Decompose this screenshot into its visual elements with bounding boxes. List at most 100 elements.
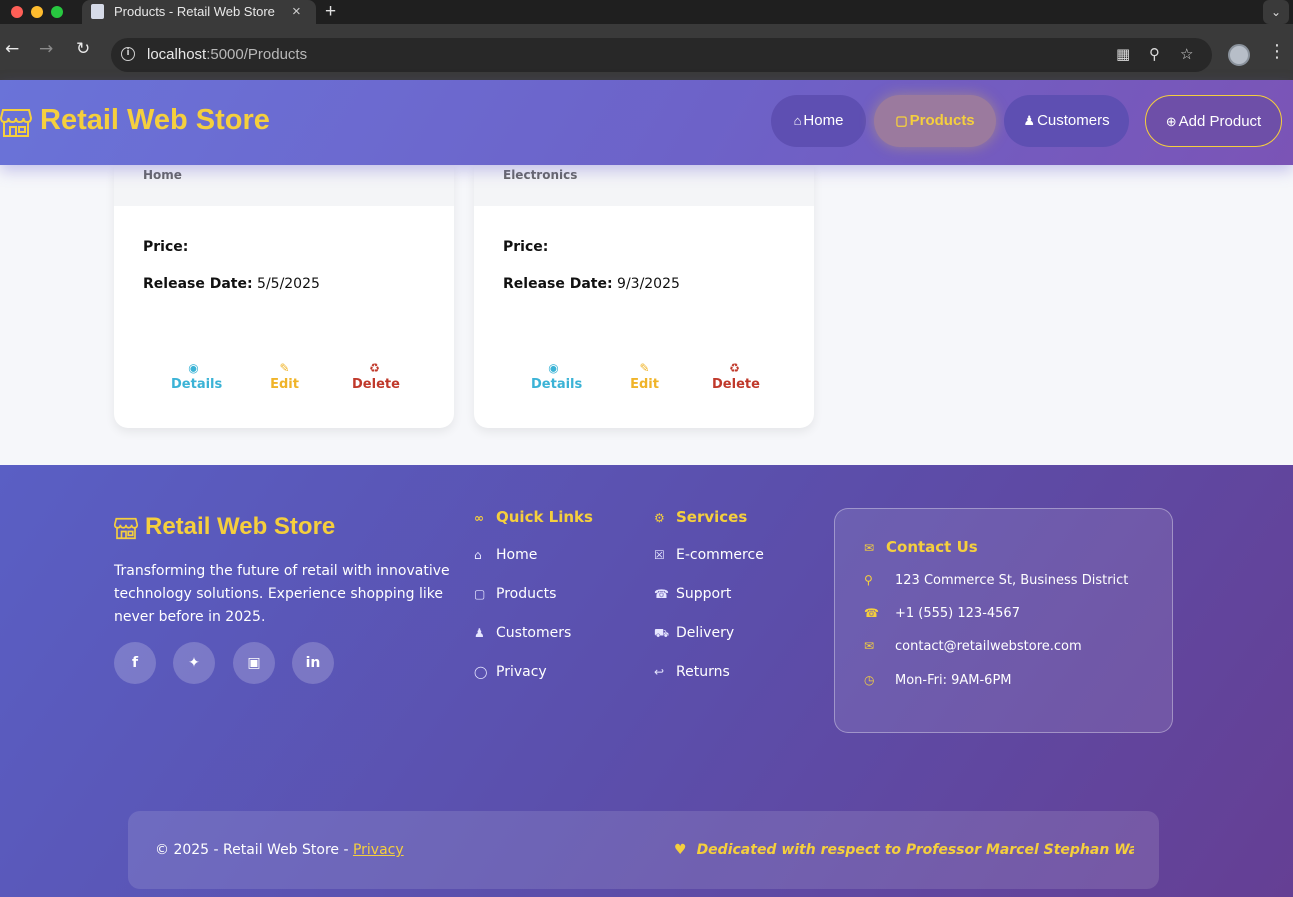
eye-icon: ◉ bbox=[548, 361, 559, 375]
store-icon bbox=[114, 517, 138, 540]
page-favicon-icon bbox=[91, 4, 104, 19]
contact-phone[interactable]: ☎ +1 (555) 123-4567 bbox=[864, 606, 1020, 621]
quick-links-heading: ∞ Quick Links bbox=[474, 508, 593, 526]
footer-link-ecommerce[interactable]: ☒ E-commerce bbox=[654, 547, 764, 563]
delete-button[interactable]: ♻ Delete bbox=[712, 361, 760, 392]
users-icon: ♟ bbox=[1023, 113, 1036, 128]
site-header: Retail Web Store ⌂ Home ▢ Products ♟ Custom… bbox=[0, 80, 1293, 165]
maximize-window-button[interactable] bbox=[51, 6, 63, 18]
dedication-text: ♥ Dedicated with respect to Professor Mar… bbox=[674, 842, 1134, 858]
tab-close-button[interactable]: × bbox=[292, 3, 301, 20]
eye-icon: ◉ bbox=[188, 361, 199, 375]
card-header: Electronics bbox=[474, 165, 814, 206]
site-info-icon[interactable]: i bbox=[121, 47, 135, 61]
site-footer: Retail Web Store Transforming the future… bbox=[0, 465, 1293, 897]
address-bar[interactable]: i localhost:5000/Products ▦ ⚲ ☆ bbox=[111, 38, 1212, 72]
profile-avatar[interactable] bbox=[1228, 44, 1250, 66]
browser-toolbar: ← → ↻ i localhost:5000/Products ▦ ⚲ ☆ ⋮ bbox=[0, 24, 1293, 80]
cart-icon: ☒ bbox=[654, 548, 665, 562]
browser-tab[interactable]: Products - Retail Web Store × bbox=[82, 0, 316, 24]
product-card: Home Price: Release Date: 5/5/2025 ◉ Deta… bbox=[114, 165, 454, 428]
details-button[interactable]: ◉ Details bbox=[171, 361, 222, 392]
brand-name: Retail Web Store bbox=[40, 104, 270, 136]
phone-icon: ☎ bbox=[864, 606, 879, 620]
contact-hours: ◷ Mon-Fri: 9AM-6PM bbox=[864, 673, 1012, 688]
forward-arrow-icon[interactable]: → bbox=[39, 39, 53, 59]
tab-title: Products - Retail Web Store bbox=[114, 4, 275, 19]
details-button[interactable]: ◉ Details bbox=[531, 361, 582, 392]
clock-icon: ◷ bbox=[864, 673, 875, 687]
nav-home[interactable]: ⌂ Home bbox=[771, 95, 866, 147]
trash-icon: ♻ bbox=[729, 361, 740, 375]
heart-icon: ♥ bbox=[674, 842, 687, 858]
footer-link-customers[interactable]: ♟ Customers bbox=[474, 625, 571, 641]
map-pin-icon: ⚲ bbox=[864, 573, 873, 587]
pencil-icon: ✎ bbox=[279, 361, 290, 375]
product-price-label: Price: bbox=[503, 239, 549, 255]
browser-titlebar: Products - Retail Web Store × + ⌄ bbox=[0, 0, 1293, 24]
footer-link-returns[interactable]: ↩ Returns bbox=[654, 664, 730, 680]
headset-icon: ☎ bbox=[654, 587, 669, 601]
pencil-icon: ✎ bbox=[639, 361, 650, 375]
product-release-date: Release Date: 5/5/2025 bbox=[143, 276, 320, 292]
return-arrow-icon: ↩ bbox=[654, 665, 665, 679]
edit-button[interactable]: ✎ Edit bbox=[267, 361, 302, 392]
url-text[interactable]: localhost:5000/Products bbox=[147, 46, 307, 63]
gear-icon: ⚙ bbox=[654, 511, 665, 525]
nav-products[interactable]: ▢ Products bbox=[874, 95, 996, 147]
zoom-icon[interactable]: ⚲ bbox=[1149, 45, 1160, 63]
footer-tagline: Transforming the future of retail with i… bbox=[114, 563, 450, 625]
trash-icon: ♻ bbox=[369, 361, 380, 375]
edit-button[interactable]: ✎ Edit bbox=[627, 361, 662, 392]
product-card: Electronics Price: Release Date: 9/3/202… bbox=[474, 165, 814, 428]
link-icon: ∞ bbox=[474, 511, 484, 525]
box-icon: ▢ bbox=[895, 113, 908, 128]
footer-bottom-bar: © 2025 - Retail Web Store - Privacy ♥ Ded… bbox=[128, 811, 1159, 889]
product-category: Home bbox=[143, 168, 182, 182]
home-icon: ⌂ bbox=[793, 113, 802, 128]
users-icon: ♟ bbox=[474, 626, 485, 640]
facebook-icon[interactable]: f bbox=[114, 642, 156, 684]
back-arrow-icon[interactable]: ← bbox=[5, 39, 19, 59]
nav-customers-label: Customers bbox=[1037, 112, 1110, 129]
services-heading: ⚙ Services bbox=[654, 508, 748, 526]
bookmark-star-icon[interactable]: ☆ bbox=[1180, 45, 1193, 63]
add-product-button[interactable]: ⊕ Add Product bbox=[1145, 95, 1282, 147]
minimize-window-button[interactable] bbox=[31, 6, 43, 18]
product-price-label: Price: bbox=[143, 239, 189, 255]
nav-customers[interactable]: ♟ Customers bbox=[1004, 95, 1129, 147]
translate-icon[interactable]: ▦ bbox=[1116, 45, 1130, 63]
browser-menu-icon[interactable]: ⋮ bbox=[1268, 41, 1286, 62]
plus-circle-icon: ⊕ bbox=[1165, 114, 1177, 129]
nav-home-label: Home bbox=[803, 112, 844, 129]
new-tab-button[interactable]: + bbox=[325, 1, 336, 23]
reload-icon[interactable]: ↻ bbox=[76, 39, 90, 59]
mail-icon: ✉ bbox=[864, 639, 875, 653]
truck-icon: ⛟ bbox=[654, 626, 670, 640]
footer-link-privacy[interactable]: ◯ Privacy bbox=[474, 664, 547, 680]
contact-address: ⚲ 123 Commerce St, Business District bbox=[864, 573, 1129, 588]
footer-brand-name: Retail Web Store bbox=[145, 513, 336, 540]
instagram-icon[interactable]: ▣ bbox=[233, 642, 275, 684]
contact-heading: ✉ Contact Us bbox=[864, 538, 978, 556]
shield-icon: ◯ bbox=[474, 665, 488, 679]
add-product-label: Add Product bbox=[1178, 113, 1262, 130]
footer-link-delivery[interactable]: ⛟ Delivery bbox=[654, 625, 734, 642]
store-icon bbox=[0, 109, 32, 137]
product-release-date: Release Date: 9/3/2025 bbox=[503, 276, 680, 292]
footer-link-home[interactable]: ⌂ Home bbox=[474, 547, 537, 563]
tab-search-chevron-icon[interactable]: ⌄ bbox=[1263, 0, 1289, 24]
copyright-text: © 2025 - Retail Web Store - Privacy bbox=[155, 842, 404, 858]
contact-box: ✉ Contact Us ⚲ 123 Commerce St, Business D… bbox=[834, 508, 1173, 733]
nav-products-label: Products bbox=[909, 112, 975, 129]
privacy-link[interactable]: Privacy bbox=[353, 842, 404, 858]
close-window-button[interactable] bbox=[11, 6, 23, 18]
twitter-icon[interactable]: ✦ bbox=[173, 642, 215, 684]
contact-email[interactable]: ✉ contact@retailwebstore.com bbox=[864, 639, 1082, 654]
home-icon: ⌂ bbox=[474, 548, 482, 562]
footer-link-support[interactable]: ☎ Support bbox=[654, 586, 731, 602]
footer-link-products[interactable]: ▢ Products bbox=[474, 586, 556, 602]
delete-button[interactable]: ♻ Delete bbox=[352, 361, 400, 392]
card-header: Home bbox=[114, 165, 454, 206]
linkedin-icon[interactable]: in bbox=[292, 642, 334, 684]
